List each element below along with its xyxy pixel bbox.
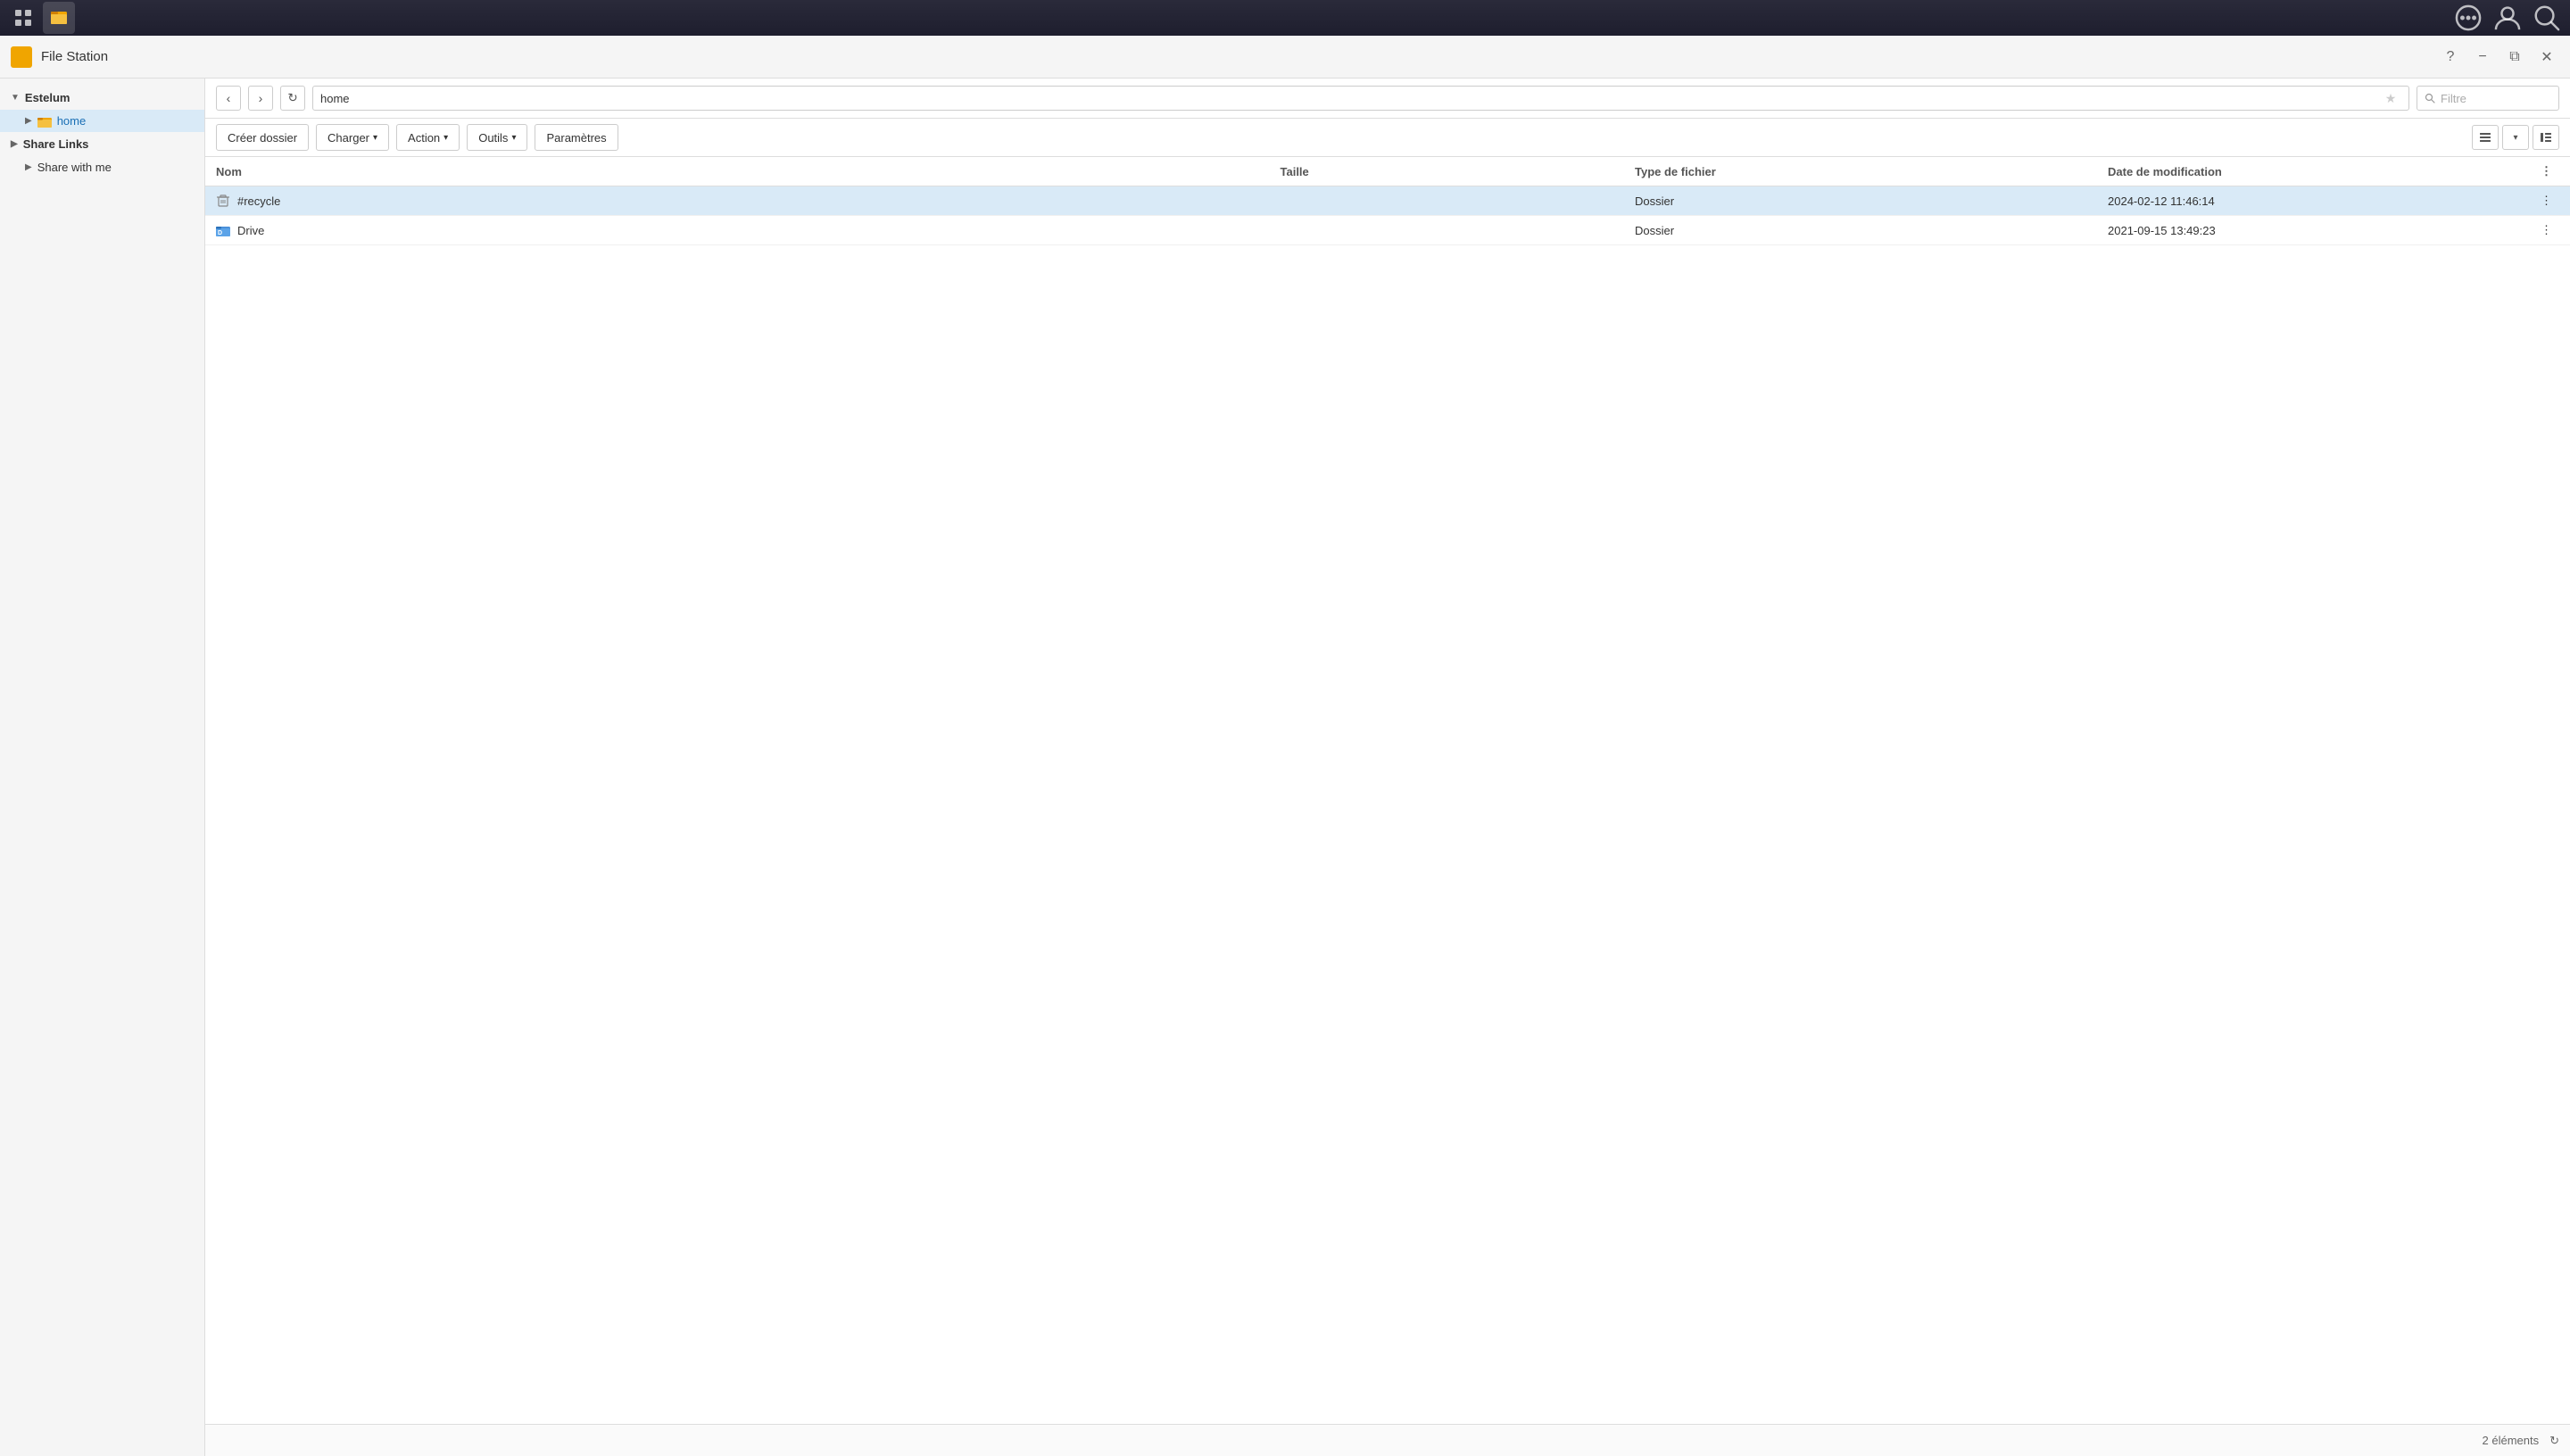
home-chevron-icon: ▶ bbox=[25, 116, 32, 126]
file-size bbox=[1270, 216, 1625, 245]
file-date: 2024-02-12 11:46:14 bbox=[2097, 186, 2523, 216]
table-row[interactable]: D Drive Dossier 2021-09-15 13:49:23 ⋮ bbox=[205, 216, 2570, 245]
sidebar-item-share-with-me[interactable]: ▶ Share with me bbox=[0, 156, 204, 178]
app-icon bbox=[11, 46, 32, 68]
detail-view-icon bbox=[2540, 131, 2552, 144]
filter-search-icon bbox=[2425, 93, 2435, 103]
file-table: Nom Taille Type de fichier Date de modif… bbox=[205, 157, 2570, 245]
upload-button[interactable]: Charger ▾ bbox=[316, 124, 389, 151]
app-window: File Station ? − ⧉ ✕ ▼ Estelum ▶ home bbox=[0, 36, 2570, 1456]
favorite-button[interactable]: ★ bbox=[2380, 87, 2401, 109]
estelum-label: Estelum bbox=[25, 91, 70, 104]
forward-button[interactable]: › bbox=[248, 86, 273, 111]
file-size bbox=[1270, 186, 1625, 216]
home-folder-icon bbox=[37, 115, 52, 128]
title-bar-controls: ? − ⧉ ✕ bbox=[2438, 45, 2559, 70]
app-title: File Station bbox=[41, 49, 2438, 64]
path-text: home bbox=[320, 92, 2380, 105]
share-with-me-label: Share with me bbox=[37, 161, 112, 174]
sidebar-share-links-header[interactable]: ▶ Share Links bbox=[0, 132, 204, 156]
table-header-row: Nom Taille Type de fichier Date de modif… bbox=[205, 157, 2570, 186]
action-label: Action bbox=[408, 131, 440, 145]
sidebar-item-home[interactable]: ▶ home bbox=[0, 110, 204, 132]
file-name: Drive bbox=[237, 224, 264, 237]
col-type-header[interactable]: Type de fichier bbox=[1624, 157, 2097, 186]
refresh-button[interactable]: ↻ bbox=[280, 86, 305, 111]
home-label: home bbox=[57, 114, 87, 128]
action-dropdown-icon: ▾ bbox=[444, 133, 448, 143]
item-count: 2 éléments bbox=[2483, 1434, 2540, 1447]
restore-button[interactable]: ⧉ bbox=[2502, 45, 2527, 70]
view-dropdown-button[interactable]: ▾ bbox=[2502, 125, 2529, 150]
share-links-label: Share Links bbox=[23, 137, 89, 151]
estelum-chevron-icon: ▼ bbox=[11, 93, 20, 103]
file-name-cell: D Drive bbox=[216, 224, 1259, 237]
file-type: Dossier bbox=[1624, 186, 2097, 216]
create-folder-button[interactable]: Créer dossier bbox=[216, 124, 309, 151]
share-links-chevron-icon: ▶ bbox=[11, 139, 18, 149]
settings-button[interactable]: Paramètres bbox=[535, 124, 618, 151]
file-name-cell: #recycle bbox=[216, 194, 1259, 208]
list-view-icon bbox=[2479, 131, 2491, 144]
status-refresh-button[interactable]: ↻ bbox=[2549, 1434, 2559, 1448]
taskbar-right bbox=[2452, 2, 2563, 34]
table-row[interactable]: #recycle Dossier 2024-02-12 11:46:14 ⋮ bbox=[205, 186, 2570, 216]
upload-dropdown-icon: ▾ bbox=[373, 133, 377, 143]
apps-icon[interactable] bbox=[7, 2, 39, 34]
back-button[interactable]: ‹ bbox=[216, 86, 241, 111]
user-icon[interactable] bbox=[2491, 2, 2524, 34]
minimize-button[interactable]: − bbox=[2470, 45, 2495, 70]
file-date: 2021-09-15 13:49:23 bbox=[2097, 216, 2523, 245]
sidebar: ▼ Estelum ▶ home ▶ Share Links ▶ Share w… bbox=[0, 79, 205, 1456]
tools-label: Outils bbox=[478, 131, 508, 145]
navigation-toolbar: ‹ › ↻ home ★ Filtre bbox=[205, 79, 2570, 119]
settings-label: Paramètres bbox=[546, 131, 606, 145]
file-name: #recycle bbox=[237, 194, 280, 208]
status-bar: 2 éléments ↻ bbox=[205, 1424, 2570, 1456]
list-view-button[interactable] bbox=[2472, 125, 2499, 150]
share-with-me-chevron-icon: ▶ bbox=[25, 162, 32, 172]
view-dropdown-icon: ▾ bbox=[2513, 133, 2517, 143]
chat-icon[interactable] bbox=[2452, 2, 2484, 34]
file-station-taskbar-icon[interactable] bbox=[43, 2, 75, 34]
col-date-header[interactable]: Date de modification bbox=[2097, 157, 2523, 186]
view-controls: ▾ bbox=[2472, 125, 2559, 150]
file-type: Dossier bbox=[1624, 216, 2097, 245]
filter-placeholder: Filtre bbox=[2441, 92, 2466, 105]
tools-dropdown-icon: ▾ bbox=[511, 133, 516, 143]
taskbar bbox=[0, 0, 2570, 36]
sidebar-estelum-header[interactable]: ▼ Estelum bbox=[0, 86, 204, 110]
svg-text:D: D bbox=[218, 230, 222, 236]
create-folder-label: Créer dossier bbox=[228, 131, 297, 145]
close-button[interactable]: ✕ bbox=[2534, 45, 2559, 70]
col-size-header[interactable]: Taille bbox=[1270, 157, 1625, 186]
col-name-header[interactable]: Nom bbox=[205, 157, 1270, 186]
title-bar: File Station ? − ⧉ ✕ bbox=[0, 36, 2570, 79]
main-layout: ▼ Estelum ▶ home ▶ Share Links ▶ Share w… bbox=[0, 79, 2570, 1456]
trash-icon bbox=[216, 194, 230, 208]
filter-bar[interactable]: Filtre bbox=[2417, 86, 2559, 111]
file-table-wrapper: Nom Taille Type de fichier Date de modif… bbox=[205, 157, 2570, 1424]
path-bar[interactable]: home ★ bbox=[312, 86, 2409, 111]
drive-folder-icon: D bbox=[216, 224, 230, 236]
col-more-header: ⋮ bbox=[2523, 157, 2570, 186]
detail-view-button[interactable] bbox=[2533, 125, 2559, 150]
file-more-button[interactable]: ⋮ bbox=[2523, 216, 2570, 245]
action-toolbar: Créer dossier Charger ▾ Action ▾ Outils … bbox=[205, 119, 2570, 157]
search-icon[interactable] bbox=[2531, 2, 2563, 34]
help-button[interactable]: ? bbox=[2438, 45, 2463, 70]
tools-button[interactable]: Outils ▾ bbox=[467, 124, 527, 151]
file-more-button[interactable]: ⋮ bbox=[2523, 186, 2570, 216]
action-button[interactable]: Action ▾ bbox=[396, 124, 460, 151]
content-area: ‹ › ↻ home ★ Filtre bbox=[205, 79, 2570, 1456]
upload-label: Charger bbox=[327, 131, 369, 145]
